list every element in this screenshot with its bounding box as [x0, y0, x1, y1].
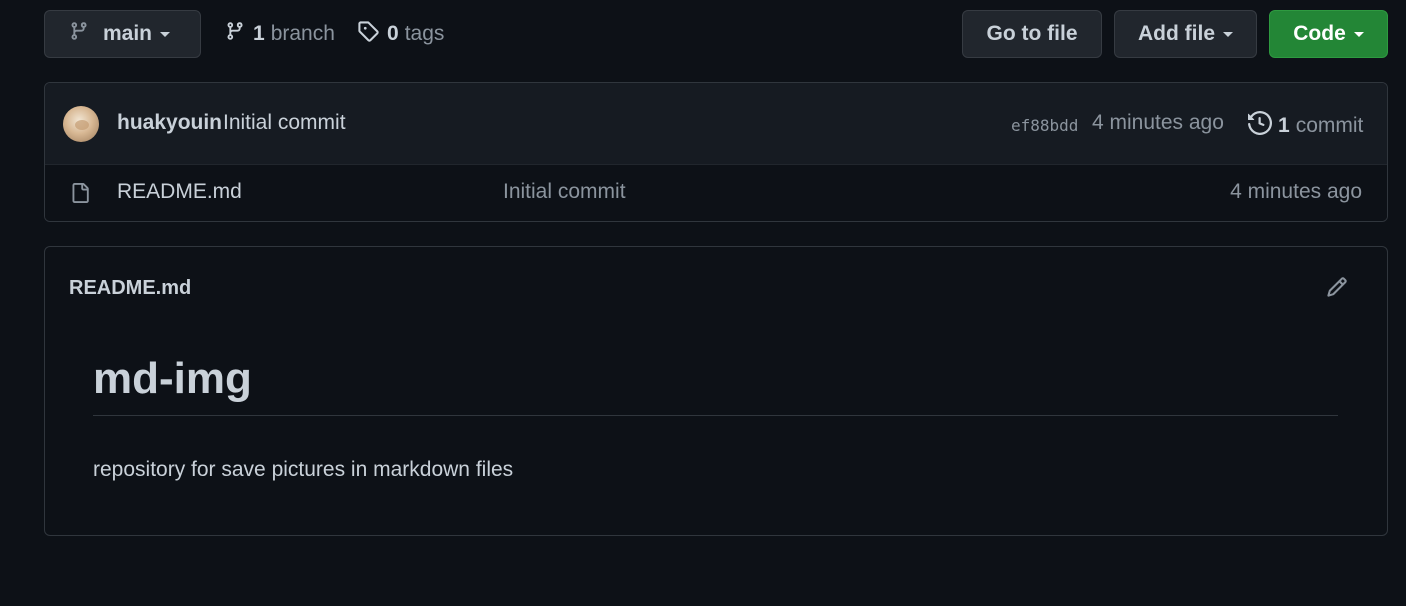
branch-select-button[interactable]: main: [44, 10, 201, 58]
tag-label: tags: [404, 22, 445, 45]
go-to-file-label: Go to file: [986, 22, 1078, 45]
branch-label: branch: [270, 22, 335, 45]
tag-icon: [357, 20, 379, 48]
readme-panel: README.md md-img repository for save pic…: [44, 246, 1388, 536]
branch-name: main: [103, 22, 153, 45]
add-file-label: Add file: [1138, 22, 1215, 45]
edit-readme-button[interactable]: [1323, 275, 1351, 303]
readme-heading: md-img: [93, 357, 1338, 416]
avatar[interactable]: [63, 106, 99, 142]
go-to-file-button[interactable]: Go to file: [962, 10, 1102, 58]
file-time: 4 minutes ago: [1230, 180, 1362, 203]
commit-label: commit: [1295, 114, 1364, 137]
tags-link[interactable]: 0 tags: [357, 10, 444, 58]
branches-link[interactable]: 1 branch: [225, 10, 335, 58]
chevron-down-icon: [1223, 31, 1233, 37]
commit-author[interactable]: huakyouin: [117, 111, 222, 135]
pencil-icon: [1326, 276, 1348, 303]
commit-message[interactable]: Initial commit: [223, 111, 346, 135]
file-icon: [70, 181, 90, 210]
commit-sha[interactable]: ef88bdd: [1011, 116, 1078, 135]
readme-body: repository for save pictures in markdown…: [93, 458, 514, 481]
commit-count: 1: [1278, 114, 1290, 137]
chevron-down-icon: [1353, 31, 1364, 37]
readme-file-title[interactable]: README.md: [69, 277, 191, 300]
tag-count: 0: [387, 22, 399, 45]
commit-history-link[interactable]: 1 commit: [1248, 110, 1364, 141]
add-file-button[interactable]: Add file: [1114, 10, 1257, 58]
repo-toolbar: main 1 branch 0 tags Go to file Add file…: [44, 10, 1388, 58]
file-name[interactable]: README.md: [117, 180, 242, 204]
file-list: huakyouin Initial commit ef88bdd 4 minut…: [44, 82, 1388, 222]
file-commit-message[interactable]: Initial commit: [503, 180, 626, 204]
history-icon: [1248, 110, 1278, 141]
file-row: README.md Initial commit 4 minutes ago: [45, 165, 1387, 221]
branch-count: 1: [253, 22, 265, 45]
code-label: Code: [1293, 22, 1346, 45]
commit-time: 4 minutes ago: [1092, 111, 1224, 134]
git-branch-icon: [225, 20, 245, 48]
chevron-down-icon: [160, 31, 171, 37]
code-button[interactable]: Code: [1269, 10, 1388, 58]
latest-commit-row: huakyouin Initial commit ef88bdd 4 minut…: [45, 83, 1387, 165]
git-branch-icon: [69, 20, 103, 48]
